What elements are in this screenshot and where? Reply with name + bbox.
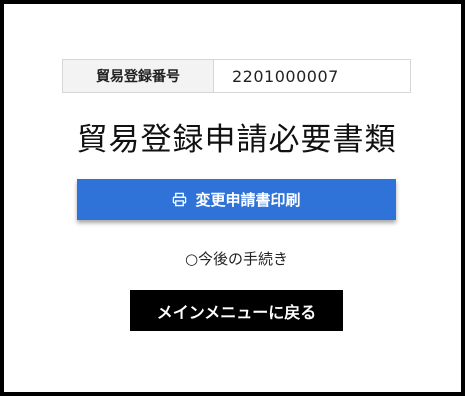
registration-number-table: 貿易登録番号 2201000007	[62, 59, 411, 93]
print-change-application-button[interactable]: 変更申請書印刷	[77, 179, 396, 220]
next-steps-link[interactable]: ○今後の手続き	[4, 248, 465, 269]
printer-icon	[172, 192, 187, 207]
menu-button-label: メインメニューに戻る	[156, 302, 317, 322]
registration-number-label: 貿易登録番号	[63, 60, 214, 92]
print-button-label: 変更申請書印刷	[195, 191, 301, 209]
page-frame: 貿易登録番号 2201000007 貿易登録申請必要書類 変更申請書印刷 ○今後…	[0, 0, 465, 396]
return-to-main-menu-button[interactable]: メインメニューに戻る	[130, 290, 343, 331]
page-title: 貿易登録申請必要書類	[76, 122, 397, 158]
registration-number-value: 2201000007	[232, 66, 339, 86]
